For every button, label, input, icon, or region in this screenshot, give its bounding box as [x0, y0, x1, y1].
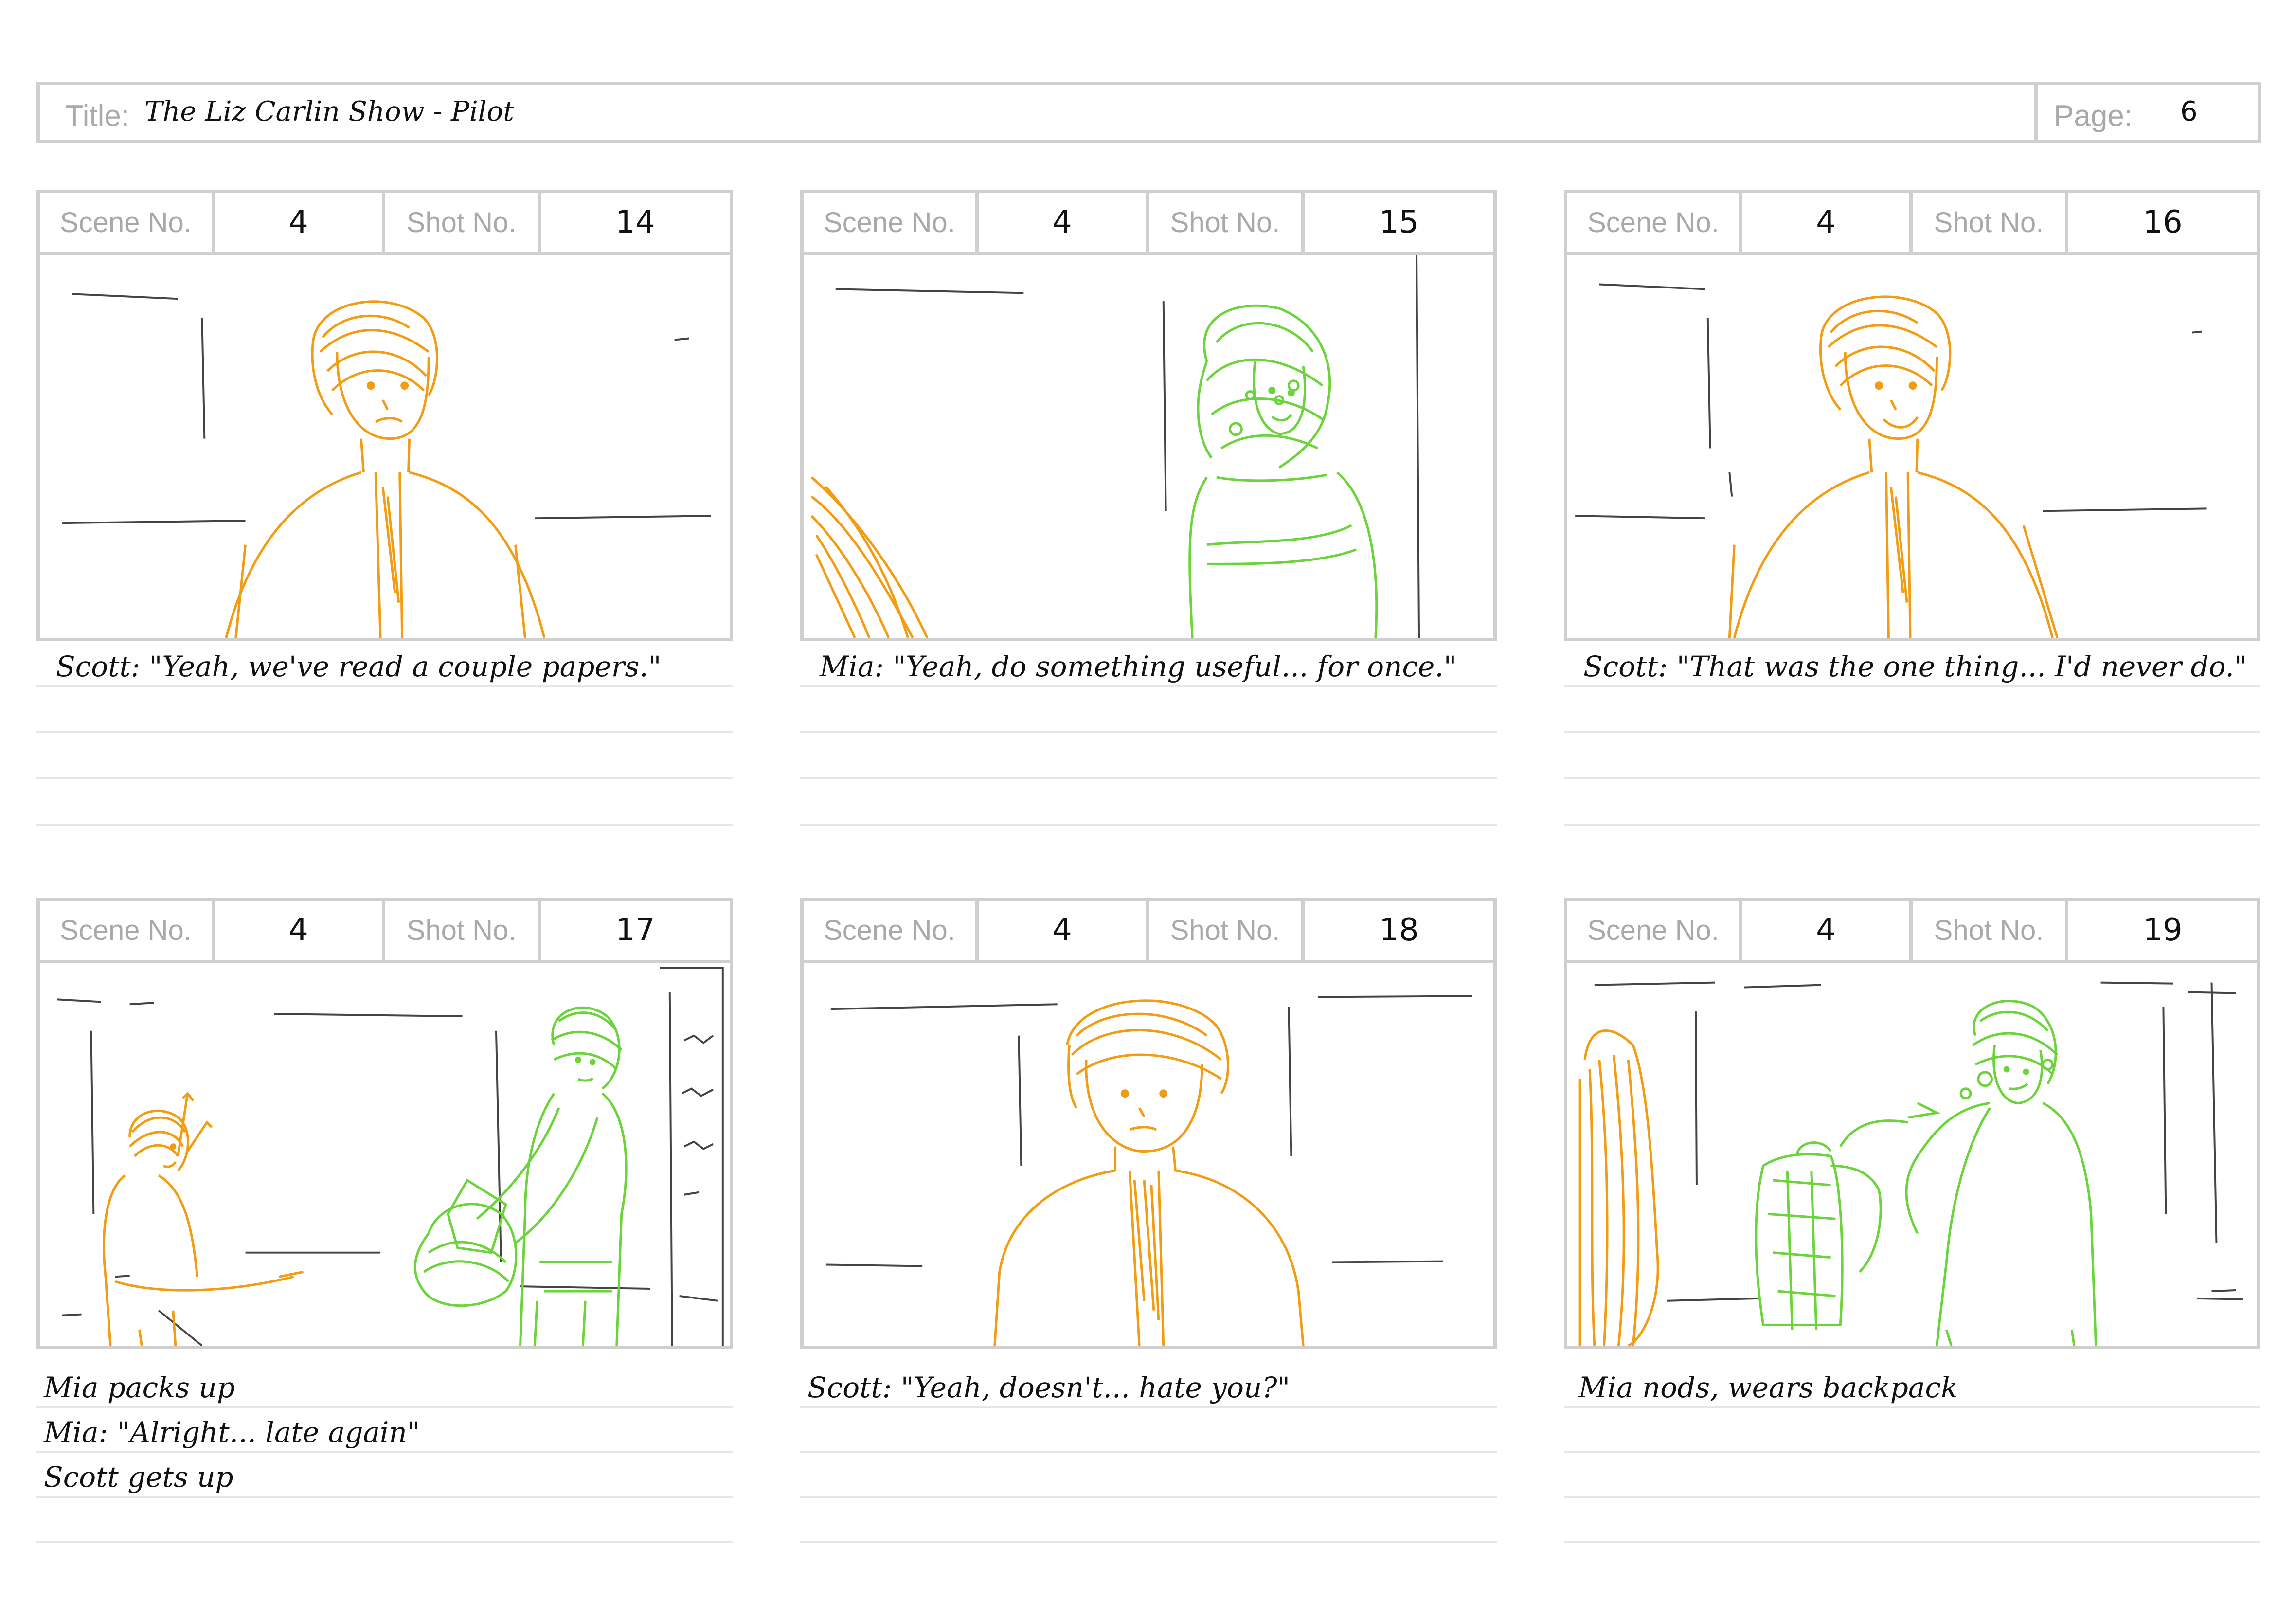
sketch-mia-medium	[810, 255, 1420, 638]
shot-label: Shot No.	[1170, 915, 1280, 946]
scene-number: 4	[288, 912, 308, 948]
panel-notes: Scott: "That was the one thing... I'd ne…	[1564, 641, 2260, 838]
title-label: Title:	[65, 99, 130, 133]
storyboard-header: Title: The Liz Carlin Show - Pilot Page:…	[36, 82, 2261, 143]
panel-notes: Mia nods, wears backpack	[1564, 1349, 2260, 1546]
sketch-wide-packing	[57, 967, 724, 1346]
panel-notes: Scott: "Yeah, doesn't... hate you?"	[800, 1349, 1497, 1546]
panel-shot-16: Scene No. 4 Shot No. 16 Scott: "That was…	[1564, 190, 2260, 838]
note-line: Mia nods, wears backpack	[1578, 1371, 1958, 1404]
panel-meta: Scene No. 4 Shot No. 19	[1564, 898, 2260, 960]
panel-meta: Scene No. 4 Shot No. 17	[36, 898, 733, 960]
sketch-frame	[800, 960, 1497, 1349]
shot-number: 14	[615, 204, 655, 240]
shot-label: Shot No.	[1934, 915, 2044, 946]
panel-notes: Mia: "Yeah, do something useful... for o…	[800, 641, 1497, 838]
scene-label: Scene No.	[1587, 915, 1719, 946]
panel-meta: Scene No. 4 Shot No. 14	[36, 190, 733, 252]
page-label: Page:	[2054, 99, 2133, 133]
scene-label: Scene No.	[824, 207, 955, 238]
panel-meta: Scene No. 4 Shot No. 18	[800, 898, 1497, 960]
scene-number: 4	[288, 204, 308, 240]
note-line: Scott gets up	[44, 1460, 233, 1494]
shot-label: Shot No.	[406, 207, 517, 238]
sketch-mia-backpack	[1578, 981, 2243, 1346]
panel-shot-19: Scene No. 4 Shot No. 19 Mia nods, wears …	[1564, 898, 2260, 1546]
title-value: The Liz Carlin Show - Pilot	[144, 96, 514, 127]
scene-label: Scene No.	[60, 915, 192, 946]
panel-notes: Mia packs up Mia: "Alright... late again…	[36, 1349, 733, 1546]
sketch-scott-medium	[62, 293, 711, 638]
note-line: Scott: "Yeah, we've read a couple papers…	[56, 650, 662, 683]
shot-number: 16	[2143, 204, 2183, 240]
shot-number: 18	[1379, 912, 1419, 948]
shot-label: Shot No.	[1170, 207, 1280, 238]
panel-meta: Scene No. 4 Shot No. 15	[800, 190, 1497, 252]
note-line: Mia: "Alright... late again"	[44, 1416, 420, 1449]
scene-label: Scene No.	[60, 207, 192, 238]
sketch-frame	[1564, 960, 2260, 1349]
note-line: Scott: "That was the one thing... I'd ne…	[1583, 650, 2247, 683]
sketch-frame	[800, 252, 1497, 641]
header-divider	[2034, 85, 2038, 140]
shot-number: 17	[615, 912, 655, 948]
shot-label: Shot No.	[406, 915, 517, 946]
note-line: Mia packs up	[44, 1371, 235, 1404]
panel-shot-18: Scene No. 4 Shot No. 18 Scott: "Yeah, do…	[800, 898, 1497, 1546]
page-number: 6	[2180, 96, 2198, 127]
scene-number: 4	[1816, 912, 1836, 948]
shot-label: Shot No.	[1934, 207, 2044, 238]
scene-label: Scene No.	[1587, 207, 1719, 238]
panel-shot-17: Scene No. 4 Shot No. 17 Mia packs up Mia…	[36, 898, 733, 1546]
sketch-scott-close	[825, 995, 1472, 1346]
panel-notes: Scott: "Yeah, we've read a couple papers…	[36, 641, 733, 838]
sketch-frame	[36, 960, 733, 1349]
scene-label: Scene No.	[824, 915, 955, 946]
panel-shot-14: Scene No. 4 Shot No. 14 Scott: "Yeah, we…	[36, 190, 733, 838]
shot-number: 15	[1379, 204, 1419, 240]
shot-number: 19	[2143, 912, 2183, 948]
sketch-scott-smiling	[1575, 283, 2207, 638]
panel-meta: Scene No. 4 Shot No. 16	[1564, 190, 2260, 252]
scene-number: 4	[1052, 912, 1072, 948]
sketch-frame	[1564, 252, 2260, 641]
scene-number: 4	[1816, 204, 1836, 240]
note-line: Scott: "Yeah, doesn't... hate you?"	[807, 1371, 1291, 1404]
note-line: Mia: "Yeah, do something useful... for o…	[820, 650, 1457, 683]
sketch-frame	[36, 252, 733, 641]
scene-number: 4	[1052, 204, 1072, 240]
panel-shot-15: Scene No. 4 Shot No. 15 Mia: "Yeah, do s…	[800, 190, 1497, 838]
